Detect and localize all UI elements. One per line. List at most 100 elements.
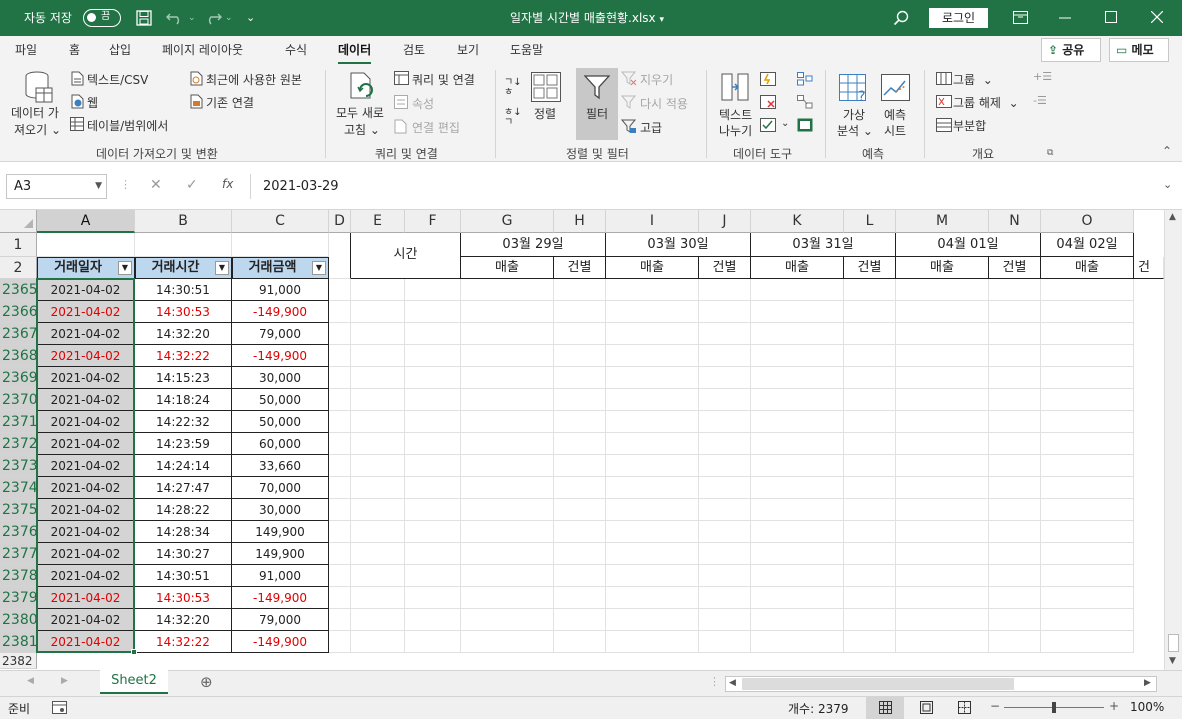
column-header[interactable]: J xyxy=(699,210,751,233)
empty-cell[interactable] xyxy=(989,411,1041,433)
from-text-csv-button[interactable]: 텍스트/CSV xyxy=(87,71,148,88)
empty-cell[interactable] xyxy=(329,433,351,455)
empty-cell[interactable] xyxy=(896,279,989,301)
empty-cell[interactable] xyxy=(699,565,751,587)
time-cell[interactable]: 14:27:47 xyxy=(135,477,232,499)
save-icon[interactable] xyxy=(136,10,152,26)
tab-home[interactable]: 홈 xyxy=(69,36,80,64)
reapply-button[interactable]: 다시 적용 xyxy=(640,95,688,112)
row-header[interactable]: 2377 xyxy=(0,543,38,565)
empty-cell[interactable] xyxy=(405,433,461,455)
empty-cell[interactable] xyxy=(405,587,461,609)
empty-cell[interactable] xyxy=(329,389,351,411)
empty-cell[interactable] xyxy=(844,565,896,587)
empty-cell[interactable] xyxy=(896,521,989,543)
empty-cell[interactable] xyxy=(461,279,554,301)
empty-cell[interactable] xyxy=(1041,455,1134,477)
empty-cell[interactable] xyxy=(405,389,461,411)
empty-cell[interactable] xyxy=(751,345,844,367)
empty-cell[interactable] xyxy=(751,367,844,389)
what-if-analysis-dropdown[interactable]: 분석 ⌄ xyxy=(837,122,873,139)
amount-cell[interactable]: 70,000 xyxy=(232,477,329,499)
empty-cell[interactable] xyxy=(896,411,989,433)
empty-cell[interactable] xyxy=(405,455,461,477)
time-cell[interactable]: 14:30:53 xyxy=(135,587,232,609)
empty-cell[interactable] xyxy=(1041,323,1134,345)
empty-cell[interactable] xyxy=(844,499,896,521)
sales-header[interactable]: 매출 xyxy=(461,257,554,279)
expand-formula-bar-icon[interactable]: ⌄ xyxy=(1163,178,1172,191)
column-header[interactable]: B xyxy=(135,210,232,233)
time-cell[interactable]: 14:32:22 xyxy=(135,631,232,653)
empty-cell[interactable] xyxy=(751,411,844,433)
empty-cell[interactable] xyxy=(405,345,461,367)
empty-cell[interactable] xyxy=(751,279,844,301)
sales-header[interactable]: 매출 xyxy=(1041,257,1134,279)
empty-cell[interactable] xyxy=(844,433,896,455)
empty-cell[interactable] xyxy=(329,367,351,389)
clear-button[interactable]: 지우기 xyxy=(640,71,673,88)
edit-links-button[interactable]: 연결 편집 xyxy=(412,119,460,136)
empty-cell[interactable] xyxy=(405,301,461,323)
empty-cell[interactable] xyxy=(699,389,751,411)
name-box-dropdown-icon[interactable]: ▼ xyxy=(95,175,102,198)
empty-cell[interactable] xyxy=(329,521,351,543)
empty-cell[interactable] xyxy=(351,323,405,345)
page-layout-view-icon[interactable] xyxy=(920,701,933,714)
show-detail-icon[interactable]: +☰ xyxy=(1033,70,1052,83)
empty-cell[interactable] xyxy=(751,301,844,323)
close-icon[interactable] xyxy=(1151,11,1163,23)
zoom-out-icon[interactable]: − xyxy=(990,699,1000,713)
column-header[interactable]: F xyxy=(405,210,461,233)
time-cell[interactable]: 14:18:24 xyxy=(135,389,232,411)
empty-cell[interactable] xyxy=(1041,279,1134,301)
empty-cell[interactable] xyxy=(405,521,461,543)
empty-cell[interactable] xyxy=(989,323,1041,345)
flash-fill-icon[interactable] xyxy=(760,72,776,86)
row-header[interactable]: 2 xyxy=(0,257,37,279)
row-header[interactable]: 2375 xyxy=(0,499,38,521)
existing-connections-button[interactable]: 기존 연결 xyxy=(206,94,254,111)
empty-cell[interactable] xyxy=(989,367,1041,389)
amount-cell[interactable]: 79,000 xyxy=(232,323,329,345)
empty-cell[interactable] xyxy=(751,609,844,631)
empty-cell[interactable] xyxy=(1041,499,1134,521)
empty-cell[interactable] xyxy=(699,301,751,323)
empty-cell[interactable] xyxy=(405,543,461,565)
table-cell[interactable] xyxy=(37,233,135,257)
empty-cell[interactable] xyxy=(461,565,554,587)
forecast-sheet-button[interactable]: 예측 xyxy=(884,106,906,123)
empty-cell[interactable] xyxy=(844,477,896,499)
table-header-2[interactable]: 거래시간 ▼ xyxy=(135,257,232,279)
empty-cell[interactable] xyxy=(606,455,699,477)
empty-cell[interactable] xyxy=(896,631,989,653)
empty-cell[interactable] xyxy=(405,477,461,499)
empty-cell[interactable] xyxy=(699,521,751,543)
empty-cell[interactable] xyxy=(989,477,1041,499)
empty-cell[interactable] xyxy=(554,279,606,301)
empty-cell[interactable] xyxy=(329,631,351,653)
column-header[interactable]: C xyxy=(232,210,329,233)
empty-cell[interactable] xyxy=(606,609,699,631)
time-cell[interactable]: 14:32:20 xyxy=(135,323,232,345)
empty-cell[interactable] xyxy=(844,411,896,433)
empty-cell[interactable] xyxy=(844,367,896,389)
column-header[interactable]: G xyxy=(461,210,554,233)
empty-cell[interactable] xyxy=(989,455,1041,477)
table-cell[interactable] xyxy=(329,233,351,279)
tab-data[interactable]: 데이터 xyxy=(338,36,372,64)
customize-qat-icon[interactable]: ⌄ xyxy=(246,0,255,36)
row-header[interactable]: 2368 xyxy=(0,345,38,367)
empty-cell[interactable] xyxy=(351,301,405,323)
row-header[interactable]: 2380 xyxy=(0,609,38,631)
column-header[interactable]: N xyxy=(989,210,1041,233)
empty-cell[interactable] xyxy=(606,411,699,433)
time-cell[interactable]: 14:30:51 xyxy=(135,565,232,587)
scroll-up-icon[interactable]: ▲ xyxy=(1169,212,1176,222)
time-cell[interactable]: 14:30:53 xyxy=(135,301,232,323)
empty-cell[interactable] xyxy=(1041,411,1134,433)
empty-cell[interactable] xyxy=(699,433,751,455)
outline-dialog-launcher-icon[interactable]: ⧉ xyxy=(1047,148,1053,158)
empty-cell[interactable] xyxy=(461,455,554,477)
row-header[interactable]: 2369 xyxy=(0,367,38,389)
